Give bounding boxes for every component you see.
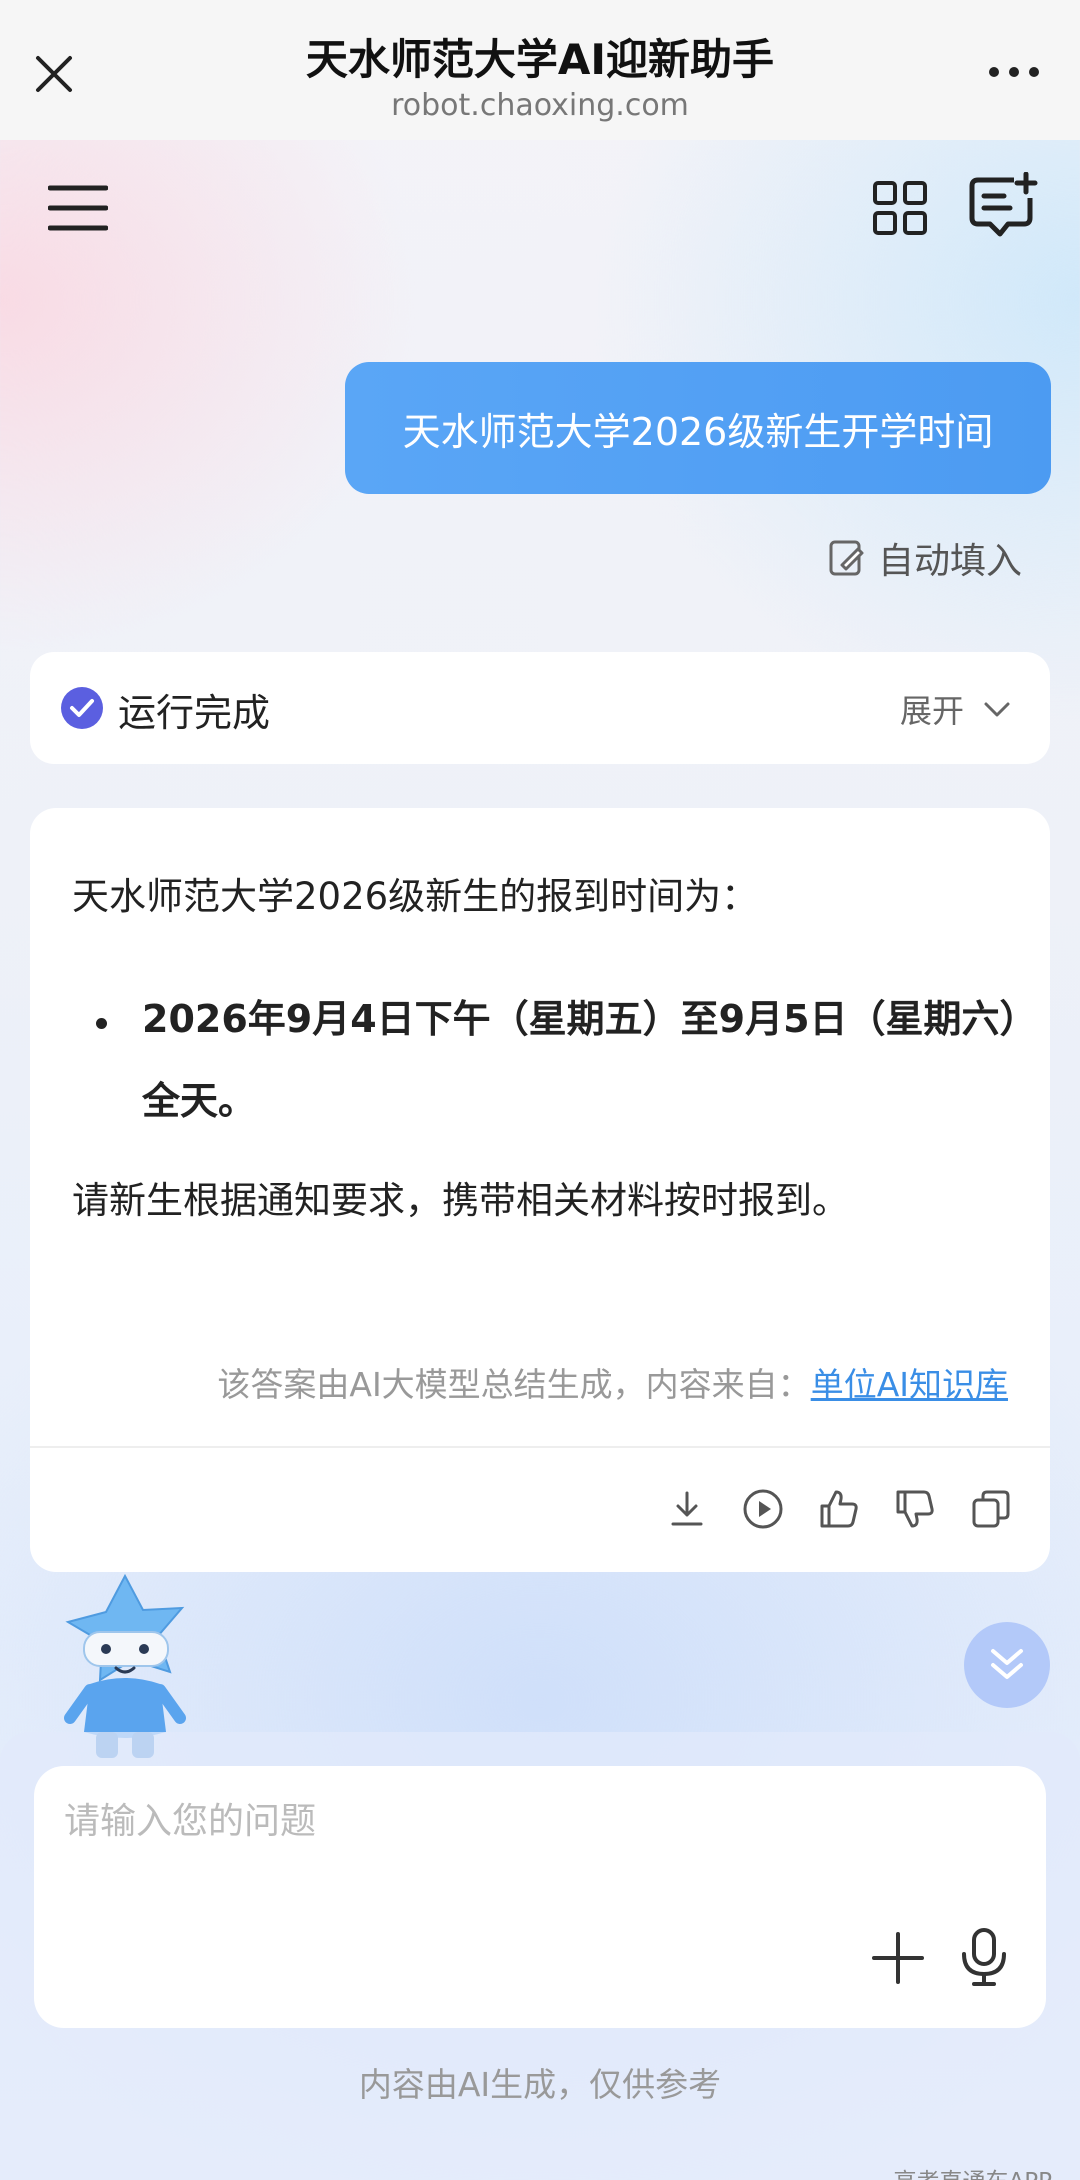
input-box <box>34 1766 1046 2028</box>
bullet-dot <box>96 1018 107 1029</box>
answer-notice: 请新生根据通知要求，携带相关材料按时报到。 <box>72 1179 849 1222</box>
ai-disclaimer: 内容由AI生成，仅供参考 <box>358 2065 722 2104</box>
answer-card: 天水师范大学2026级新生的报到时间为： 2026年9月4日下午（星期五）至9月… <box>30 808 1050 1572</box>
menu-icon[interactable] <box>48 182 108 234</box>
page-title: 天水师范大学AI迎新助手 <box>305 35 775 84</box>
answer-actions <box>666 1488 1012 1530</box>
browser-titlebar: 天水师范大学AI迎新助手 robot.chaoxing.com <box>0 0 1080 140</box>
expand-label: 展开 <box>899 692 964 730</box>
answer-intro: 天水师范大学2026级新生的报到时间为： <box>72 875 759 918</box>
question-input[interactable] <box>64 1792 1004 1902</box>
edit-icon <box>829 540 864 576</box>
check-circle-icon <box>61 687 103 729</box>
new-chat-icon[interactable] <box>968 172 1038 242</box>
answer-bullet: 2026年9月4日下午（星期五）至9月5日（星期六）全天。 <box>142 997 1019 1123</box>
chevron-down-icon <box>984 702 1010 717</box>
watermark: 高考直通车APP <box>894 2162 1052 2180</box>
divider <box>30 1446 1050 1448</box>
apps-grid-icon[interactable] <box>872 180 928 236</box>
download-icon[interactable] <box>666 1488 708 1530</box>
page-url: robot.chaoxing.com <box>391 88 689 123</box>
source-prefix: 该答案由AI大模型总结生成，内容来自： <box>217 1365 811 1404</box>
microphone-icon[interactable] <box>956 1926 1012 1988</box>
user-message-text: 天水师范大学2026级新生开学时间 <box>402 409 994 454</box>
answer-source: 该答案由AI大模型总结生成，内容来自： 单位AI知识库 <box>217 1358 1008 1406</box>
source-link[interactable]: 单位AI知识库 <box>811 1358 1008 1406</box>
copy-icon[interactable] <box>970 1488 1012 1530</box>
run-status-card[interactable]: 运行完成 展开 <box>30 652 1050 764</box>
user-message-bubble: 天水师范大学2026级新生开学时间 <box>345 362 1051 494</box>
more-options-icon[interactable] <box>988 62 1040 82</box>
plus-icon[interactable] <box>870 1930 926 1986</box>
run-status-text: 运行完成 <box>118 691 271 735</box>
autofill-label: 自动填入 <box>877 541 1022 582</box>
thumbs-down-icon[interactable] <box>894 1488 936 1530</box>
thumbs-up-icon[interactable] <box>818 1488 860 1530</box>
play-icon[interactable] <box>742 1488 784 1530</box>
expand-toggle[interactable]: 展开 <box>900 686 1014 732</box>
double-chevron-down-icon <box>991 1649 1023 1679</box>
scroll-to-bottom-button[interactable] <box>964 1622 1050 1708</box>
autofill-button[interactable]: 自动填入 <box>828 532 1022 584</box>
